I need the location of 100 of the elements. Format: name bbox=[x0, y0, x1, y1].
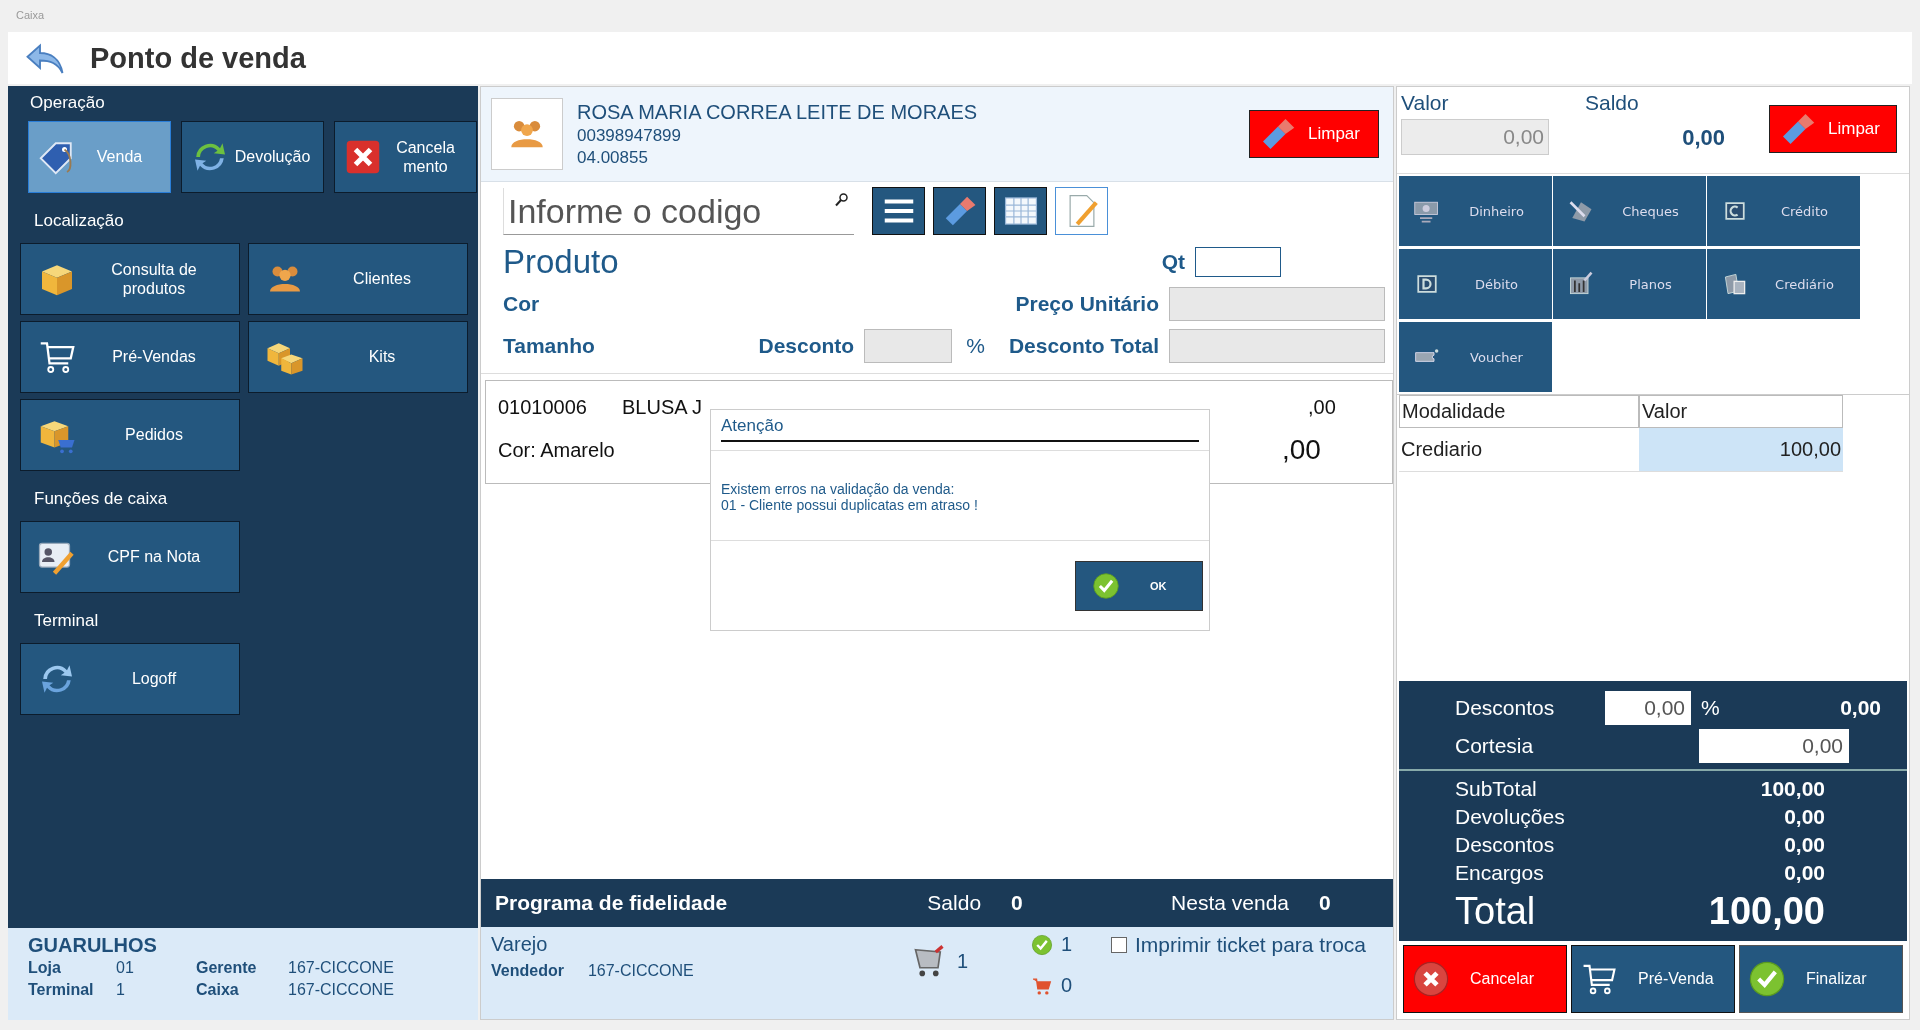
loyalty-title: Programa de fidelidade bbox=[495, 891, 729, 915]
clear-button[interactable]: Limpar bbox=[1249, 110, 1379, 158]
page-title: Ponto de venda bbox=[90, 41, 306, 75]
item-price: ,00 bbox=[1308, 395, 1336, 419]
this-sale-value: 0 bbox=[1319, 891, 1332, 915]
section-title: Terminal bbox=[34, 611, 100, 631]
table-cell[interactable]: 100,00 bbox=[1639, 428, 1843, 472]
search-field[interactable]: Informe o codigo bbox=[503, 187, 854, 235]
sidebar-button[interactable]: Devolução bbox=[181, 121, 324, 193]
total-value: 100,00 bbox=[1707, 889, 1825, 933]
sidebar-button[interactable]: Logoff bbox=[20, 643, 240, 715]
item-code: 01010006 bbox=[498, 395, 588, 419]
check-icon bbox=[1748, 960, 1786, 998]
grid-button[interactable] bbox=[994, 187, 1047, 235]
customer-photo-frame[interactable] bbox=[491, 98, 563, 170]
total-line-label: Encargos bbox=[1455, 861, 1545, 885]
sidebar-button[interactable]: Clientes bbox=[248, 243, 468, 315]
print-ticket-checkbox[interactable]: Imprimir ticket para troca bbox=[1111, 933, 1367, 1013]
finish-button[interactable]: Finalizar bbox=[1739, 945, 1903, 1013]
list-button[interactable] bbox=[872, 187, 925, 235]
dialog-title: Atenção bbox=[721, 416, 1199, 442]
courtesy-field[interactable]: 0,00 bbox=[1699, 729, 1849, 763]
product-label: Produto bbox=[503, 243, 620, 281]
field-label: Gerente bbox=[196, 959, 258, 977]
unit-price-label: Preço Unitário bbox=[1015, 292, 1159, 316]
check-icon bbox=[1092, 571, 1120, 600]
size-label: Tamanho bbox=[503, 334, 596, 358]
payment-method-button[interactable]: Crédito bbox=[1707, 176, 1860, 246]
cancel-button[interactable]: Cancelar bbox=[1403, 945, 1567, 1013]
payment-method-button[interactable]: Planos bbox=[1553, 249, 1706, 319]
field-label: Caixa bbox=[196, 981, 240, 999]
this-sale-label: Nesta venda bbox=[1171, 891, 1289, 915]
column-header: Valor bbox=[1639, 395, 1843, 428]
cart-count: 0 bbox=[1061, 974, 1073, 997]
cart-count: 1 bbox=[957, 949, 969, 973]
payment-method-button[interactable]: Crediário bbox=[1707, 249, 1860, 319]
field-value: 167-CICCONE bbox=[288, 959, 395, 977]
sidebar-button[interactable]: Cancela mento bbox=[334, 121, 477, 193]
section-title: Funções de caixa bbox=[34, 489, 169, 509]
item-color: Cor: Amarelo bbox=[498, 438, 616, 462]
ok-button[interactable]: OK bbox=[1075, 560, 1203, 611]
customer-code: 04.00855 bbox=[577, 147, 649, 168]
payment-method-button[interactable]: Débito bbox=[1399, 249, 1552, 319]
percent-sign: % bbox=[966, 334, 985, 358]
sidebar-button[interactable]: Pedidos bbox=[20, 399, 240, 471]
color-label: Cor bbox=[503, 292, 541, 316]
field-value: 167-CICCONE bbox=[288, 981, 395, 999]
section-title: Operação bbox=[30, 93, 106, 113]
discount-value: 0,00 bbox=[1839, 696, 1881, 720]
seller-value: 167-CICCONE bbox=[587, 962, 694, 980]
payment-method-button[interactable]: Cheques bbox=[1553, 176, 1706, 246]
total-line-label: SubTotal bbox=[1455, 777, 1538, 801]
field-label: Loja bbox=[28, 959, 62, 977]
total-line-value: 0,00 bbox=[1783, 861, 1825, 885]
total-discount-label: Desconto Total bbox=[1008, 334, 1159, 358]
payment-method-button[interactable]: Voucher bbox=[1399, 322, 1552, 392]
payment-method-button[interactable]: Dinheiro bbox=[1399, 176, 1552, 246]
quantity-field[interactable] bbox=[1195, 247, 1281, 277]
discounts-label: Descontos bbox=[1455, 696, 1556, 720]
field-value: 01 bbox=[116, 959, 135, 977]
search-icon bbox=[834, 191, 850, 208]
sale-type: Varejo bbox=[491, 933, 549, 956]
edit-button[interactable] bbox=[1055, 187, 1108, 235]
balance-value: 0 bbox=[1011, 891, 1024, 915]
total-line-label: Descontos bbox=[1455, 833, 1556, 857]
total-line-value: 0,00 bbox=[1783, 833, 1825, 857]
total-line-value: 100,00 bbox=[1759, 777, 1825, 801]
column-header: Modalidade bbox=[1399, 395, 1639, 428]
sidebar-button[interactable]: Kits bbox=[248, 321, 468, 393]
ok-count: 1 bbox=[1061, 933, 1073, 956]
store-name: GUARULHOS bbox=[28, 934, 158, 957]
balance-label: Saldo bbox=[927, 891, 982, 915]
courtesy-label: Cortesia bbox=[1455, 734, 1535, 758]
field-label: Terminal bbox=[28, 981, 95, 999]
total-line-label: Devoluções bbox=[1455, 805, 1566, 829]
customer-name: ROSA MARIA CORREA LEITE DE MORAES bbox=[577, 100, 979, 124]
cancel-icon bbox=[1412, 960, 1450, 998]
clear-button[interactable]: Limpar bbox=[1769, 105, 1897, 153]
eraser-button[interactable] bbox=[933, 187, 986, 235]
discount-percent-field[interactable]: 0,00 bbox=[1605, 691, 1691, 725]
check-icon bbox=[1031, 933, 1053, 956]
field-value: 1 bbox=[116, 981, 126, 999]
item-description: BLUSA J bbox=[622, 395, 704, 419]
sidebar-button[interactable]: Consulta de produtos bbox=[20, 243, 240, 315]
total-line-value: 0,00 bbox=[1783, 805, 1825, 829]
percent-sign: % bbox=[1701, 696, 1721, 720]
section-title: Localização bbox=[34, 211, 125, 231]
seller-label: Vendedor bbox=[491, 962, 564, 980]
discount-label: Desconto bbox=[758, 334, 855, 358]
sidebar-button[interactable]: Pré-Vendas bbox=[20, 321, 240, 393]
pre-sale-button[interactable]: Pré-Venda bbox=[1571, 945, 1735, 1013]
value-label: Valor bbox=[1401, 91, 1450, 115]
window-title: Caixa bbox=[16, 9, 45, 21]
balance-label: Saldo bbox=[1585, 91, 1640, 115]
quantity-label: Qt bbox=[1161, 250, 1185, 274]
customer-document: 00398947899 bbox=[577, 125, 682, 146]
balance-value: 0,00 bbox=[1681, 125, 1725, 151]
item-total: ,00 bbox=[1282, 434, 1321, 466]
total-label: Total bbox=[1455, 889, 1537, 933]
sidebar-button[interactable]: CPF na Nota bbox=[20, 521, 240, 593]
